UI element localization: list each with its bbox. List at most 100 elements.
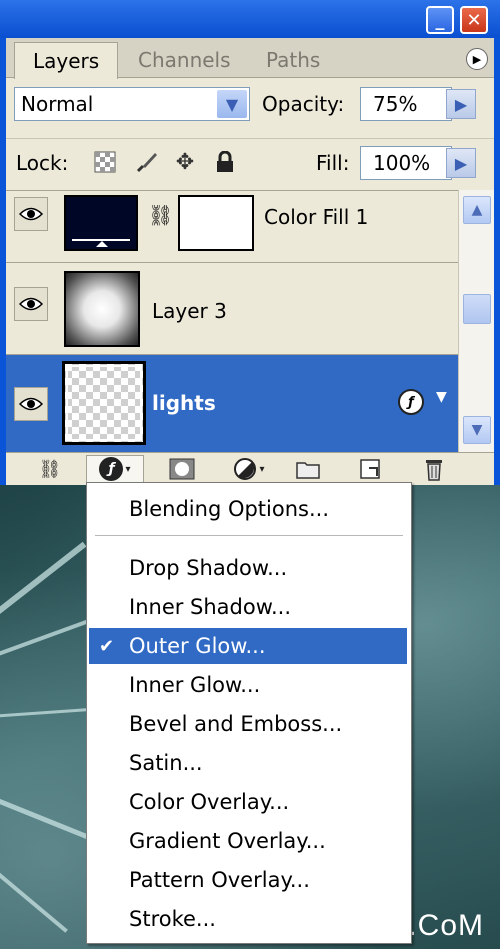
mask-icon	[169, 458, 195, 480]
scroll-down-button[interactable]: ▼	[463, 416, 491, 444]
menu-item-stroke[interactable]: Stroke...	[89, 901, 407, 937]
layers-toolbar: ⛓ ƒ ▾ ▾	[6, 452, 494, 485]
delete-layer-button[interactable]	[414, 455, 454, 483]
adjustment-layer-icon	[234, 458, 257, 480]
link-layers-icon[interactable]: ⛓	[30, 455, 70, 483]
minimize-icon: _	[435, 9, 445, 31]
lock-row: Lock: ✥ Fill: 100% ▶	[6, 138, 494, 186]
add-mask-button[interactable]	[162, 455, 202, 483]
layer-name: Color Fill 1	[264, 205, 369, 229]
chevron-right-icon: ▶	[454, 153, 468, 173]
fill-label: Fill:	[316, 151, 350, 175]
trash-icon	[426, 460, 442, 481]
menu-item-label: Gradient Overlay...	[129, 829, 326, 853]
blend-row: Normal ▼ Opacity: 75% ▶	[6, 83, 494, 125]
new-layer-button[interactable]	[350, 455, 390, 483]
chain-link-icon[interactable]: ⛓	[148, 203, 173, 233]
palette-body: Layers Channels Paths ▶ Normal ▼ Opacity…	[6, 38, 494, 485]
layer-style-menu: Blending Options... Drop Shadow... Inner…	[86, 482, 412, 944]
folder-icon	[296, 462, 320, 479]
chevron-right-icon: ▶	[454, 94, 468, 114]
play-arrow-icon: ▶	[472, 52, 482, 66]
lock-position-move-icon[interactable]: ✥	[172, 149, 198, 175]
menu-item-label: Pattern Overlay...	[129, 868, 310, 892]
menu-item-drop-shadow[interactable]: Drop Shadow...	[89, 550, 407, 586]
new-adjustment-layer-button[interactable]: ▾	[224, 455, 274, 483]
fill-slider-button[interactable]: ▶	[446, 148, 476, 178]
eye-icon[interactable]	[14, 197, 48, 231]
layers-scrollbar[interactable]: ▲ ▼	[458, 190, 494, 452]
chevron-up-icon: ▲	[471, 202, 483, 218]
layer-row-layer-3[interactable]: Layer 3	[6, 263, 458, 355]
menu-item-label: Drop Shadow...	[129, 556, 288, 580]
menu-item-satin[interactable]: Satin...	[89, 745, 407, 781]
light-ray	[0, 541, 87, 621]
lock-all-padlock-icon[interactable]	[212, 149, 238, 175]
menu-item-label: Blending Options...	[129, 497, 330, 521]
expand-arrow-icon[interactable]: ▼	[436, 389, 447, 405]
layer-name: lights	[152, 391, 216, 415]
menu-item-color-overlay[interactable]: Color Overlay...	[89, 784, 407, 820]
layer-name: Layer 3	[152, 299, 227, 323]
scroll-up-button[interactable]: ▲	[463, 196, 491, 224]
menu-item-label: Inner Glow...	[129, 673, 261, 697]
layer-row-lights[interactable]: lights ƒ ▼	[6, 355, 458, 453]
layer-thumbnail[interactable]	[64, 271, 140, 347]
light-ray	[0, 865, 68, 933]
add-layer-style-button[interactable]: ƒ ▾	[86, 455, 144, 483]
eye-icon[interactable]	[14, 287, 48, 321]
menu-item-gradient-overlay[interactable]: Gradient Overlay...	[89, 823, 407, 859]
eye-icon[interactable]	[14, 387, 48, 421]
fill-input[interactable]: 100%	[360, 146, 452, 180]
tab-label: Layers	[33, 49, 100, 73]
dropdown-arrow-icon: ▾	[259, 463, 265, 475]
tab-channels[interactable]: Channels	[120, 42, 250, 78]
menu-item-label: Satin...	[129, 751, 203, 775]
light-ray	[0, 795, 93, 842]
opacity-label: Opacity:	[262, 92, 345, 116]
new-layer-icon	[360, 459, 380, 479]
minimize-button[interactable]: _	[426, 6, 454, 34]
blend-mode-select[interactable]: Normal ▼	[14, 87, 250, 121]
chevron-down-icon: ▼	[471, 422, 483, 438]
tab-label: Paths	[266, 48, 321, 72]
menu-item-outer-glow[interactable]: ✔ Outer Glow...	[89, 628, 407, 664]
menu-separator	[95, 535, 403, 537]
tab-label: Channels	[138, 48, 231, 72]
checkmark-icon: ✔	[99, 635, 115, 657]
opacity-input[interactable]: 75%	[360, 87, 452, 121]
fill-color-thumbnail[interactable]	[64, 195, 138, 251]
dropdown-arrow-icon: ▾	[125, 463, 131, 475]
chevron-down-icon[interactable]: ▼	[217, 90, 247, 118]
menu-item-label: Color Overlay...	[129, 790, 290, 814]
palette-tabs: Layers Channels Paths ▶	[6, 38, 494, 79]
layer-style-fx-icon[interactable]: ƒ	[398, 389, 424, 415]
layer-thumbnail[interactable]	[62, 361, 146, 445]
opacity-slider-button[interactable]: ▶	[446, 89, 476, 119]
layers-list: ⛓ Color Fill 1 Layer 3 lights ƒ ▼	[6, 190, 458, 453]
mask-thumbnail[interactable]	[178, 195, 254, 251]
menu-item-label: Stroke...	[129, 907, 216, 931]
menu-item-label: Bevel and Emboss...	[129, 712, 343, 736]
menu-item-pattern-overlay[interactable]: Pattern Overlay...	[89, 862, 407, 898]
fx-icon: ƒ	[99, 457, 124, 481]
palette-menu-button[interactable]: ▶	[466, 48, 488, 70]
close-button[interactable]: ✕	[460, 6, 488, 34]
new-group-button[interactable]	[288, 455, 328, 483]
title-bar[interactable]: _ ✕	[0, 0, 500, 38]
menu-item-inner-glow[interactable]: Inner Glow...	[89, 667, 407, 703]
close-icon: ✕	[466, 9, 482, 31]
tab-layers[interactable]: Layers	[14, 42, 118, 79]
lock-label: Lock:	[16, 151, 69, 175]
menu-item-label: Inner Shadow...	[129, 595, 292, 619]
scroll-thumb[interactable]	[463, 294, 491, 324]
lock-transparency-icon[interactable]	[92, 149, 118, 175]
blend-mode-value: Normal	[21, 92, 94, 116]
layer-row-color-fill-1[interactable]: ⛓ Color Fill 1	[6, 191, 458, 263]
lock-pixels-brush-icon[interactable]	[134, 149, 160, 175]
menu-item-blending-options[interactable]: Blending Options...	[89, 491, 407, 527]
menu-item-label: Outer Glow...	[129, 634, 266, 658]
tab-paths[interactable]: Paths	[248, 42, 348, 78]
menu-item-inner-shadow[interactable]: Inner Shadow...	[89, 589, 407, 625]
menu-item-bevel-and-emboss[interactable]: Bevel and Emboss...	[89, 706, 407, 742]
